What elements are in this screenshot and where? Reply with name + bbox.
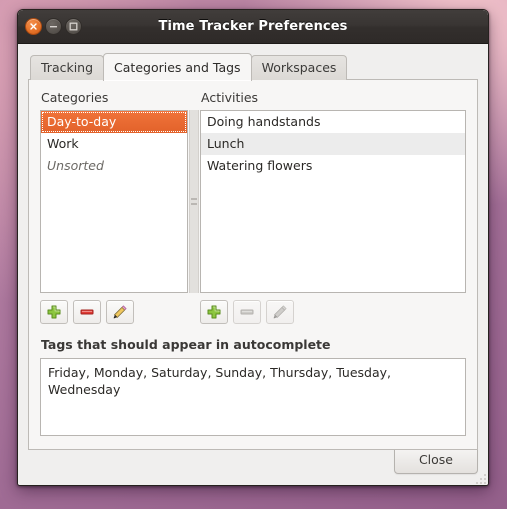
pane-splitter[interactable] [189, 110, 199, 293]
title-bar[interactable]: Time Tracker Preferences [18, 10, 488, 44]
activities-toolbar [200, 300, 294, 324]
tags-label: Tags that should appear in autocomplete [41, 337, 331, 352]
list-item[interactable]: Watering flowers [201, 155, 465, 177]
close-button[interactable]: Close [393, 446, 478, 474]
list-item[interactable]: Lunch [201, 133, 465, 155]
list-item[interactable]: Day-to-day [41, 111, 187, 133]
maximize-icon [69, 22, 78, 31]
remove-activity-button [233, 300, 261, 324]
activities-label: Activities [201, 90, 259, 105]
maximize-window-button[interactable] [65, 18, 82, 35]
minus-icon [80, 309, 94, 315]
minimize-window-button[interactable] [45, 18, 62, 35]
list-item[interactable]: Unsorted [41, 155, 187, 177]
list-toolbars [40, 300, 466, 324]
categories-toolbar [40, 300, 188, 324]
categories-label: Categories [41, 90, 109, 105]
window-controls [25, 18, 82, 35]
minus-icon [240, 309, 254, 315]
splitter-grip-icon [191, 198, 197, 205]
categories-and-tags-panel: Categories Day-to-day Work Unsorted Acti… [28, 79, 478, 450]
list-item[interactable]: Doing handstands [201, 111, 465, 133]
categories-pane: Categories Day-to-day Work Unsorted [40, 90, 188, 293]
categories-list[interactable]: Day-to-day Work Unsorted [40, 110, 188, 293]
preferences-window: Time Tracker Preferences Tracking Catego… [17, 9, 489, 486]
activities-pane: Activities Doing handstands Lunch Wateri… [200, 90, 466, 293]
activities-list[interactable]: Doing handstands Lunch Watering flowers [200, 110, 466, 293]
minimize-icon [50, 26, 57, 28]
close-icon [30, 23, 37, 30]
tab-strip: Tracking Categories and Tags Workspaces [28, 53, 478, 81]
tab-workspaces[interactable]: Workspaces [250, 55, 348, 80]
tab-categories-and-tags[interactable]: Categories and Tags [103, 53, 252, 81]
pencil-icon [273, 305, 287, 319]
lists-paned: Categories Day-to-day Work Unsorted Acti… [40, 90, 466, 293]
window-body: Tracking Categories and Tags Workspaces … [18, 44, 488, 485]
close-window-button[interactable] [25, 18, 42, 35]
tab-tracking[interactable]: Tracking [30, 55, 105, 80]
tags-input[interactable]: Friday, Monday, Saturday, Sunday, Thursd… [40, 358, 466, 436]
add-category-button[interactable] [40, 300, 68, 324]
add-activity-button[interactable] [200, 300, 228, 324]
edit-activity-button [266, 300, 294, 324]
remove-category-button[interactable] [73, 300, 101, 324]
plus-icon [207, 305, 221, 319]
plus-icon [47, 305, 61, 319]
resize-grip[interactable] [472, 470, 486, 484]
pencil-icon [113, 305, 127, 319]
window-title: Time Tracker Preferences [158, 19, 348, 34]
edit-category-button[interactable] [106, 300, 134, 324]
list-item[interactable]: Work [41, 133, 187, 155]
